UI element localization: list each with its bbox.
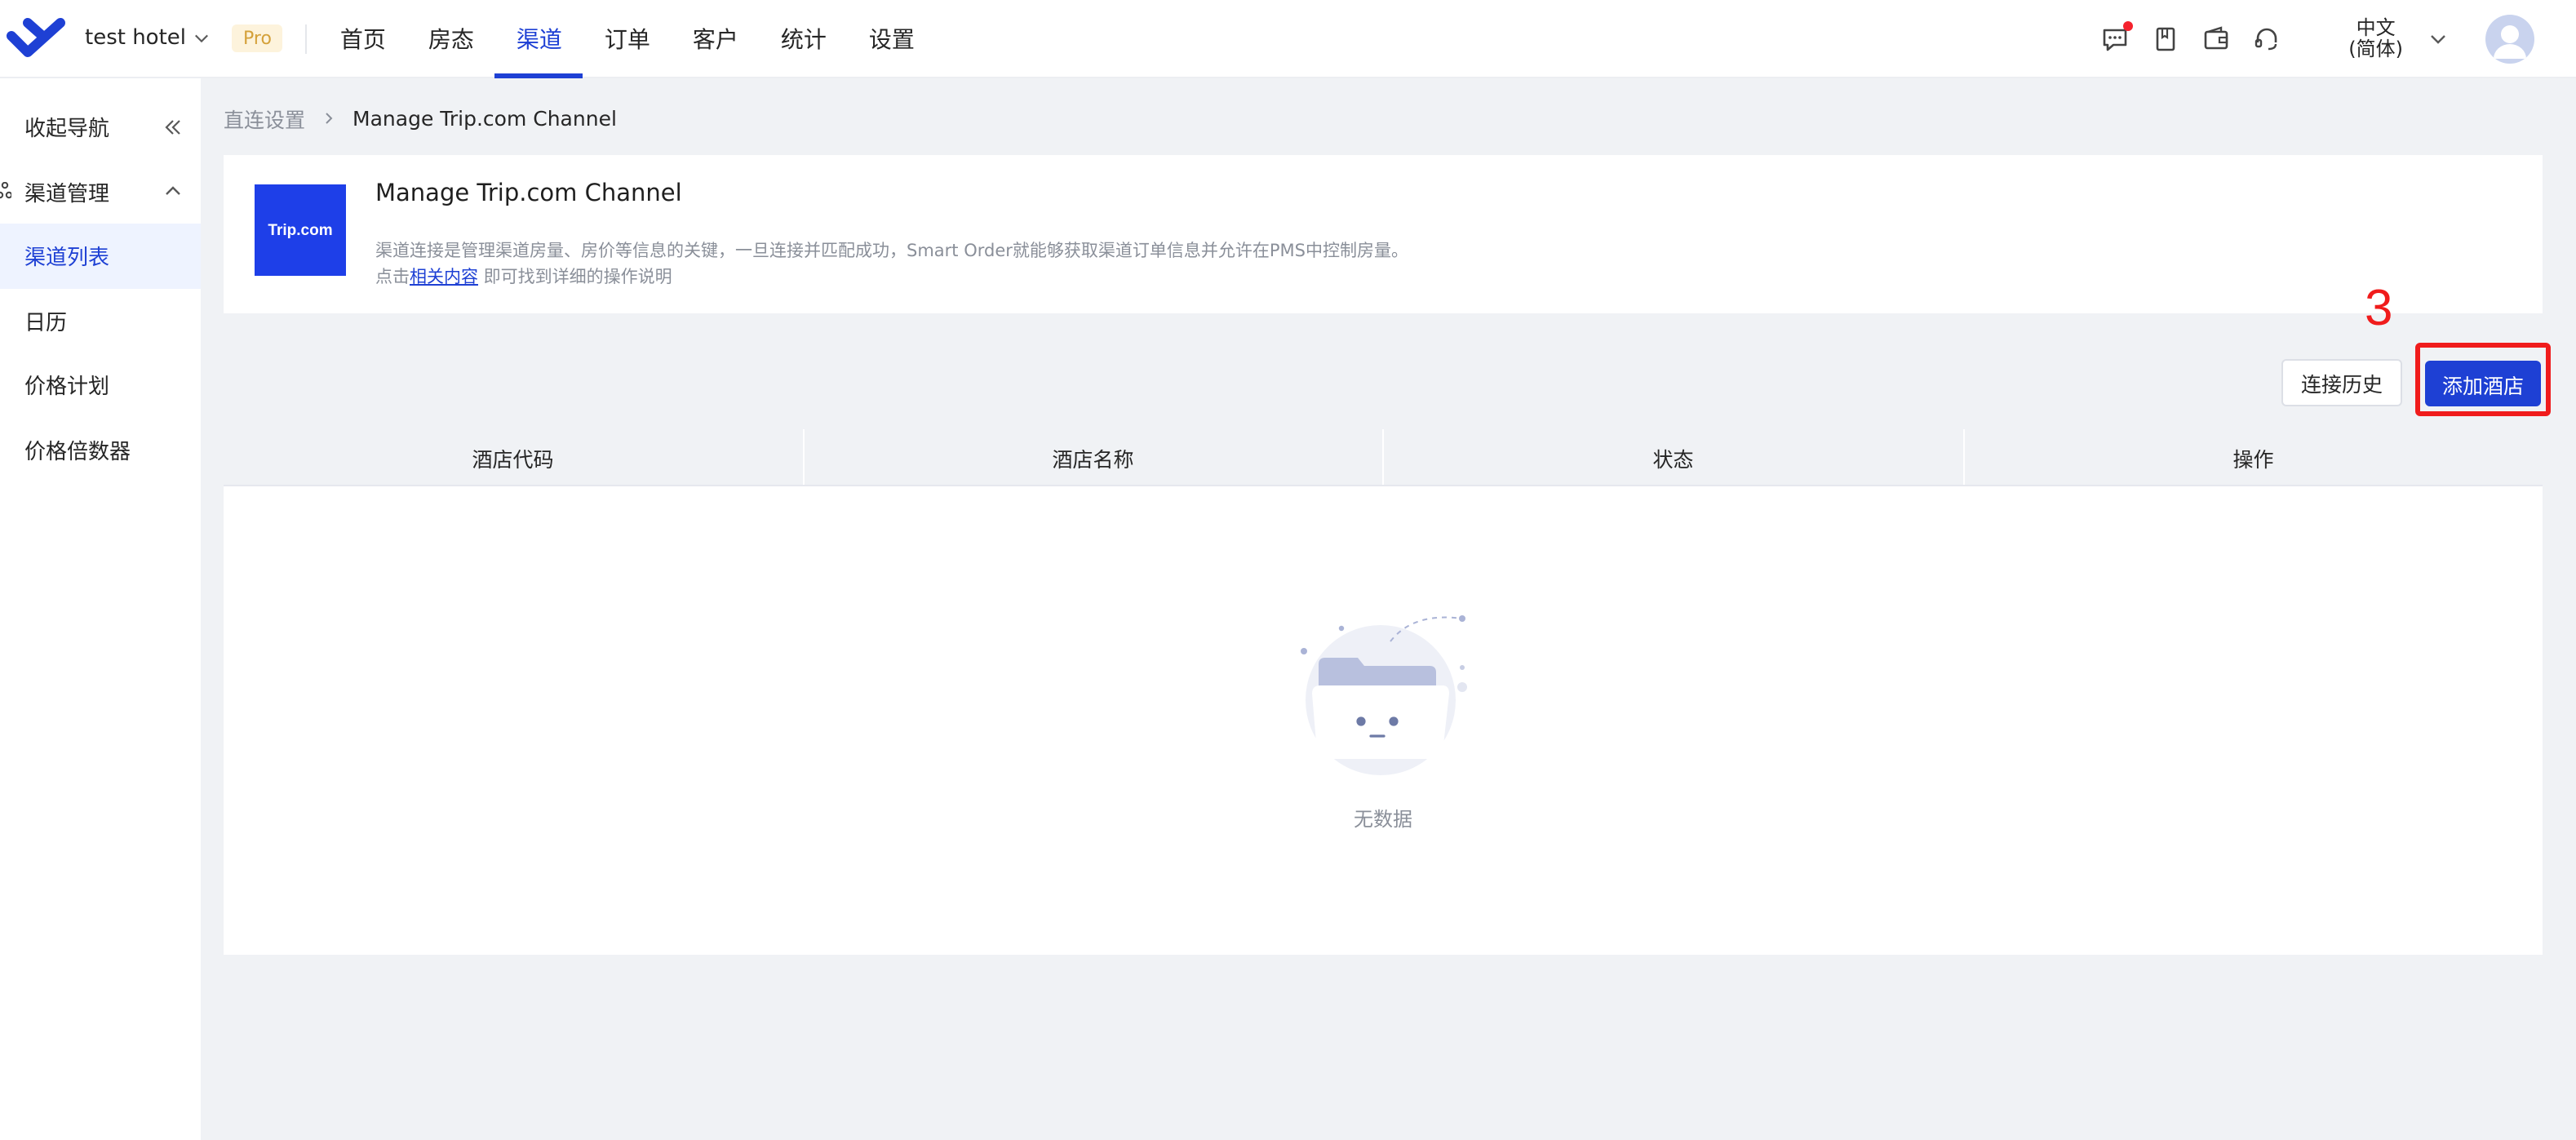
breadcrumb: 直连设置 Manage Trip.com Channel <box>224 103 617 134</box>
sidebar-item-rate-multiplier[interactable]: 价格倍数器 <box>0 417 201 481</box>
main-nav: 首页 房态 渠道 订单 客户 统计 设置 <box>319 0 936 78</box>
empty-folder-icon <box>1300 615 1466 775</box>
avatar[interactable] <box>2485 15 2534 64</box>
empty-state: 无数据 <box>224 609 2543 832</box>
headset-icon[interactable] <box>2252 24 2281 54</box>
breadcrumb-current: Manage Trip.com Channel <box>352 106 617 131</box>
language-selector[interactable]: 中文 (简体) <box>2348 16 2403 60</box>
step-annotation: 3 <box>2365 279 2393 336</box>
top-bar: test hotel Pro 首页 房态 渠道 订单 客户 统计 设置 中文 (… <box>0 0 2576 78</box>
nav-settings[interactable]: 设置 <box>848 0 936 78</box>
column-hotel-code: 酒店代码 <box>224 429 804 485</box>
chevron-right-icon <box>326 113 333 124</box>
notification-dot <box>2123 21 2134 31</box>
divider <box>305 24 308 53</box>
sidebar-item-channel-list[interactable]: 渠道列表 <box>0 224 201 288</box>
book-icon[interactable] <box>2151 24 2180 54</box>
hotel-selector[interactable]: test hotel <box>85 26 209 51</box>
nav-orders[interactable]: 订单 <box>583 0 672 78</box>
sidebar-group-label: 渠道管理 <box>24 182 110 207</box>
column-hotel-name: 酒店名称 <box>804 429 1384 485</box>
description-text: 渠道连接是管理渠道房量、房价等信息的关键，一旦连接并匹配成功，Smart Ord… <box>375 242 1408 261</box>
nav-customers[interactable]: 客户 <box>672 0 760 78</box>
chevron-down-icon[interactable] <box>2429 31 2445 47</box>
chevron-up-icon <box>166 186 180 196</box>
help-suffix: 即可找到详细的操作说明 <box>478 268 672 287</box>
wallet-icon[interactable] <box>2201 24 2231 54</box>
plan-badge: Pro <box>232 24 283 52</box>
connection-history-button[interactable]: 连接历史 <box>2281 359 2402 406</box>
language-line2: (简体) <box>2348 38 2403 60</box>
table-header: 酒店代码 酒店名称 状态 操作 <box>224 429 2543 486</box>
channel-intro-card: Trip.com Manage Trip.com Channel 渠道连接是管理… <box>224 155 2543 313</box>
nav-channel[interactable]: 渠道 <box>494 0 583 78</box>
help-link[interactable]: 相关内容 <box>410 268 478 287</box>
intro-description: 渠道连接是管理渠道房量、房价等信息的关键，一旦连接并匹配成功，Smart Ord… <box>375 238 1408 291</box>
app-logo-icon[interactable] <box>7 16 65 61</box>
add-hotel-button[interactable]: 添加酒店 <box>2425 361 2541 406</box>
sidebar: 收起导航 渠道管理 渠道列表 日历 价格计划 价格倍数器 <box>0 78 201 1140</box>
help-line: 点击相关内容 即可找到详细的操作说明 <box>375 264 1408 291</box>
help-prefix: 点击 <box>375 268 410 287</box>
column-status: 状态 <box>1384 429 1964 485</box>
chevron-down-icon <box>195 34 208 43</box>
nav-room-status[interactable]: 房态 <box>407 0 495 78</box>
nav-statistics[interactable]: 统计 <box>760 0 848 78</box>
empty-text: 无数据 <box>1353 808 1412 831</box>
sidebar-item-rate-plan[interactable]: 价格计划 <box>0 353 201 417</box>
language-line1: 中文 <box>2356 16 2396 39</box>
page-title: Manage Trip.com Channel <box>375 181 682 207</box>
sidebar-collapse-label: 收起导航 <box>24 118 110 143</box>
breadcrumb-parent[interactable]: 直连设置 <box>224 103 305 134</box>
double-chevron-left-icon <box>165 119 180 135</box>
column-actions: 操作 <box>2232 446 2274 471</box>
sidebar-group-channel[interactable]: 渠道管理 <box>0 159 201 224</box>
user-icon <box>2493 25 2525 59</box>
message-icon[interactable] <box>2100 21 2134 54</box>
trip-com-logo: Trip.com <box>255 184 346 276</box>
sidebar-item-calendar[interactable]: 日历 <box>0 288 201 353</box>
sidebar-collapse[interactable]: 收起导航 <box>0 95 201 159</box>
hotel-name: test hotel <box>85 26 186 51</box>
channel-icon <box>0 182 11 199</box>
nav-home[interactable]: 首页 <box>319 0 407 78</box>
hotel-table: 酒店代码 酒店名称 状态 操作 无数据 <box>224 429 2543 955</box>
header-tools: 中文 (简体) <box>2100 0 2576 78</box>
